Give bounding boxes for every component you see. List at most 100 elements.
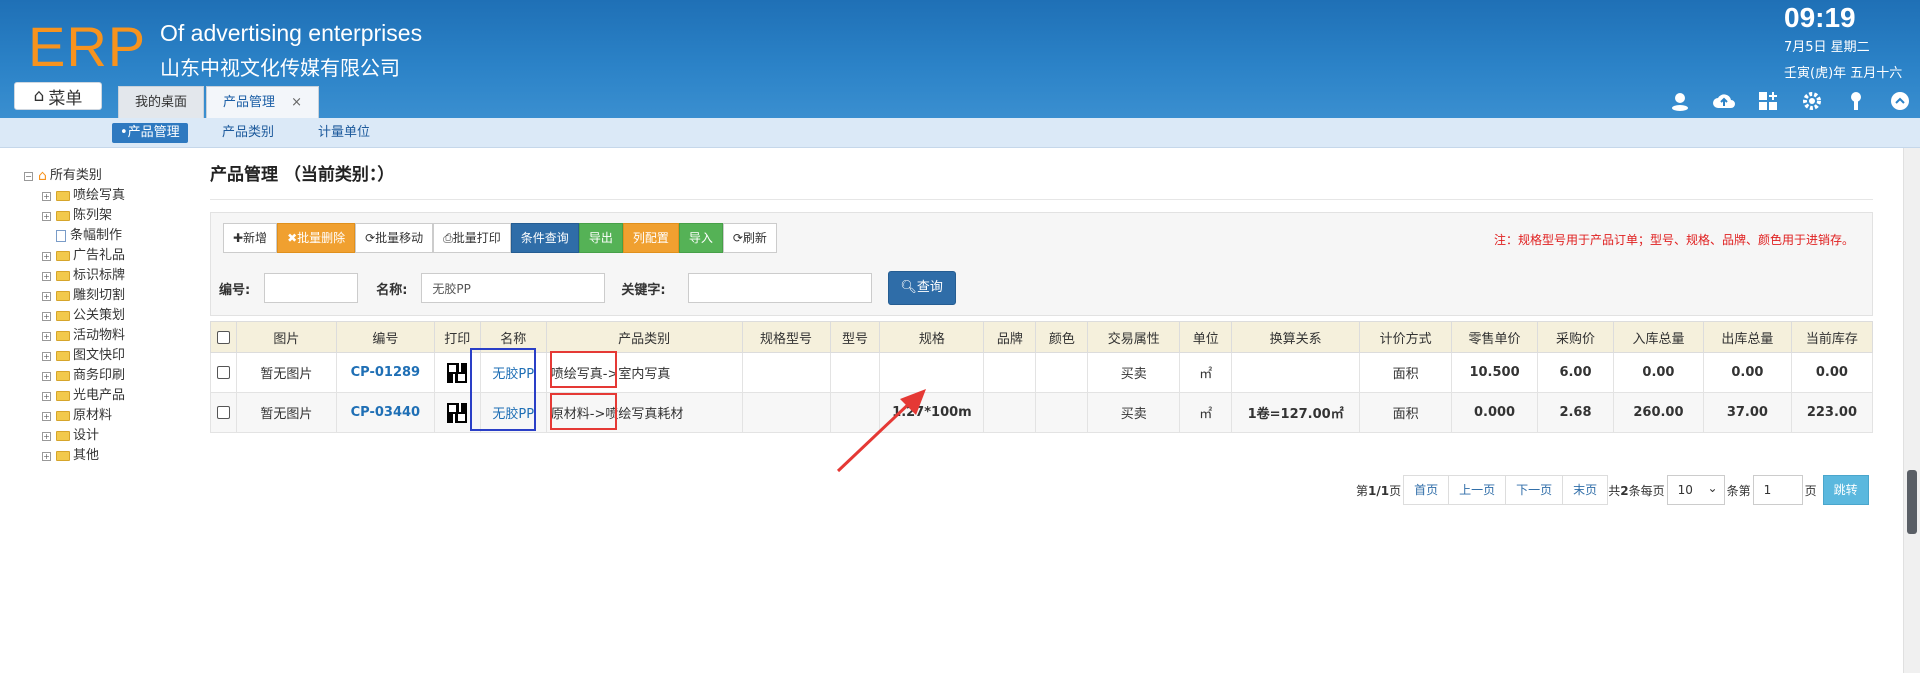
- tree-item[interactable]: + 光电产品: [24, 386, 125, 406]
- last-page-button[interactable]: 末页: [1562, 475, 1609, 505]
- tree-item[interactable]: 条幅制作: [24, 226, 125, 246]
- subnav-product-management[interactable]: •产品管理: [112, 123, 188, 143]
- tree-item[interactable]: + 广告礼品: [24, 246, 125, 266]
- divider: [210, 199, 1873, 200]
- code-input[interactable]: [264, 273, 359, 303]
- tree-item[interactable]: + 活动物料: [24, 326, 125, 346]
- page-title: 产品管理 （当前类别：）: [210, 165, 395, 185]
- product-code-link[interactable]: CP-01289: [351, 365, 420, 380]
- add-button[interactable]: ✚新增: [223, 223, 278, 253]
- expand-icon[interactable]: +: [42, 211, 51, 221]
- folder-icon: [56, 251, 70, 261]
- expand-icon[interactable]: +: [42, 311, 51, 321]
- collapse-toggle-icon[interactable]: −: [24, 171, 33, 181]
- folder-icon: [56, 291, 70, 301]
- next-page-button[interactable]: 下一页: [1505, 475, 1564, 505]
- keyword-input[interactable]: [687, 273, 872, 303]
- app-tagline: Of advertising enterprises: [160, 20, 423, 46]
- expand-icon[interactable]: +: [42, 431, 51, 441]
- jump-button[interactable]: 跳转: [1822, 475, 1869, 505]
- column-header: 单位: [1179, 321, 1233, 353]
- query-button-label: 查询: [916, 280, 943, 295]
- expand-icon[interactable]: +: [42, 271, 51, 281]
- scrollbar[interactable]: [1903, 148, 1920, 673]
- export-button[interactable]: 导出: [578, 223, 623, 253]
- import-button[interactable]: 导入: [678, 223, 723, 253]
- row-checkbox[interactable]: [216, 406, 230, 419]
- column-header: 编号: [335, 321, 435, 353]
- tree-item[interactable]: + 原材料: [24, 406, 125, 426]
- tree-item-label: 其他: [73, 448, 100, 463]
- tree-item[interactable]: + 商务印刷: [24, 366, 125, 386]
- tree-item[interactable]: + 图文快印: [24, 346, 125, 366]
- settings-icon[interactable]: [1800, 90, 1824, 114]
- row-select-cell: [210, 352, 237, 393]
- close-icon[interactable]: ×: [291, 95, 302, 110]
- key-icon[interactable]: [1844, 90, 1868, 114]
- cell-out-total: 0.00: [1702, 352, 1792, 393]
- tree-item[interactable]: + 标识标牌: [24, 266, 125, 286]
- expand-icon[interactable]: +: [42, 391, 51, 401]
- cell-text: 0.00: [1815, 365, 1848, 380]
- tree-item[interactable]: + 其他: [24, 446, 125, 466]
- qrcode-icon[interactable]: [447, 402, 468, 423]
- batch-delete-button[interactable]: ✖批量删除: [277, 223, 356, 253]
- cell-unit: ㎡: [1179, 392, 1233, 433]
- tree-item[interactable]: + 喷绘写真: [24, 186, 125, 206]
- expand-icon[interactable]: +: [42, 351, 51, 361]
- tree-item[interactable]: + 陈列架: [24, 206, 125, 226]
- name-input[interactable]: [421, 273, 606, 303]
- tree-item[interactable]: + 设计: [24, 426, 125, 446]
- batch-print-button[interactable]: ⎙批量打印: [433, 223, 511, 253]
- annotation-arrow-icon: [836, 389, 926, 473]
- refresh-button[interactable]: ⟳刷新: [722, 223, 777, 253]
- column-config-button[interactable]: 列配置: [622, 223, 679, 253]
- expand-icon[interactable]: +: [42, 251, 51, 261]
- collapse-icon[interactable]: [1888, 90, 1912, 114]
- user-icon[interactable]: [1668, 90, 1692, 114]
- table-row[interactable]: 暂无图片 CP-01289 无胶PP 喷绘写真->室内写真 买卖㎡面积 10.500 6.0…: [210, 352, 1874, 393]
- expand-icon[interactable]: +: [42, 411, 51, 421]
- table-header-row: 图片 编号 打印 名称 产品类别 规格型号 型号 规格 品牌 颜色 交易属性 单位 换算关系 计价方式 零售…: [210, 321, 1874, 353]
- tree-root[interactable]: − ⌂ 所有类别: [24, 166, 125, 186]
- tree-item-label: 陈列架: [73, 208, 113, 223]
- expand-icon[interactable]: +: [42, 331, 51, 341]
- folder-icon: [56, 331, 70, 341]
- prev-page-button[interactable]: 上一页: [1448, 475, 1507, 505]
- expand-icon[interactable]: +: [42, 451, 51, 461]
- cloud-icon[interactable]: [1712, 90, 1736, 114]
- expand-icon[interactable]: +: [42, 371, 51, 381]
- qrcode-icon[interactable]: [447, 362, 468, 383]
- per-page-select[interactable]: 10: [1666, 474, 1725, 505]
- table-row[interactable]: 暂无图片 CP-03440 无胶PP 原材料->喷绘写真耗材 1.27*100m 买卖㎡ 1…: [210, 392, 1874, 433]
- condition-query-button[interactable]: 条件查询: [510, 223, 579, 253]
- product-code-link[interactable]: CP-03440: [351, 405, 420, 420]
- menu-button[interactable]: ⌂ 菜单: [14, 82, 102, 110]
- cell-trade: 买卖: [1087, 392, 1181, 433]
- scrollbar-thumb[interactable]: [1907, 470, 1917, 534]
- expand-icon[interactable]: +: [42, 291, 51, 301]
- cell-conversion: 1卷=127.00㎡: [1231, 392, 1361, 433]
- cell-in-total: 260.00: [1612, 392, 1704, 433]
- cell-brand: [983, 392, 1037, 433]
- tab-product-management[interactable]: 产品管理 ×: [206, 86, 320, 118]
- row-checkbox[interactable]: [216, 366, 230, 379]
- first-page-button[interactable]: 首页: [1403, 475, 1450, 505]
- batch-move-button[interactable]: ⟳批量移动: [355, 223, 434, 253]
- subnav-product-category[interactable]: 产品类别: [214, 123, 282, 143]
- tree-item[interactable]: + 雕刻切割: [24, 286, 125, 306]
- expand-icon[interactable]: +: [42, 191, 51, 201]
- query-button[interactable]: 🔍︎查询: [887, 271, 956, 305]
- column-header: 产品类别: [545, 321, 743, 353]
- tree-item[interactable]: + 公关策划: [24, 306, 125, 326]
- code-label: 编号:: [219, 282, 251, 298]
- select-all-checkbox[interactable]: [216, 330, 230, 344]
- grid-icon[interactable]: [1756, 90, 1780, 114]
- tree-item-label: 活动物料: [73, 328, 126, 343]
- goto-page-input[interactable]: 1: [1752, 475, 1803, 505]
- subnav-unit[interactable]: 计量单位: [310, 123, 378, 143]
- tree-item-label: 商务印刷: [73, 368, 126, 383]
- cell-text: 6.00: [1559, 365, 1592, 380]
- tab-desktop[interactable]: 我的桌面: [118, 86, 205, 118]
- tree-item-label: 标识标牌: [73, 268, 126, 283]
